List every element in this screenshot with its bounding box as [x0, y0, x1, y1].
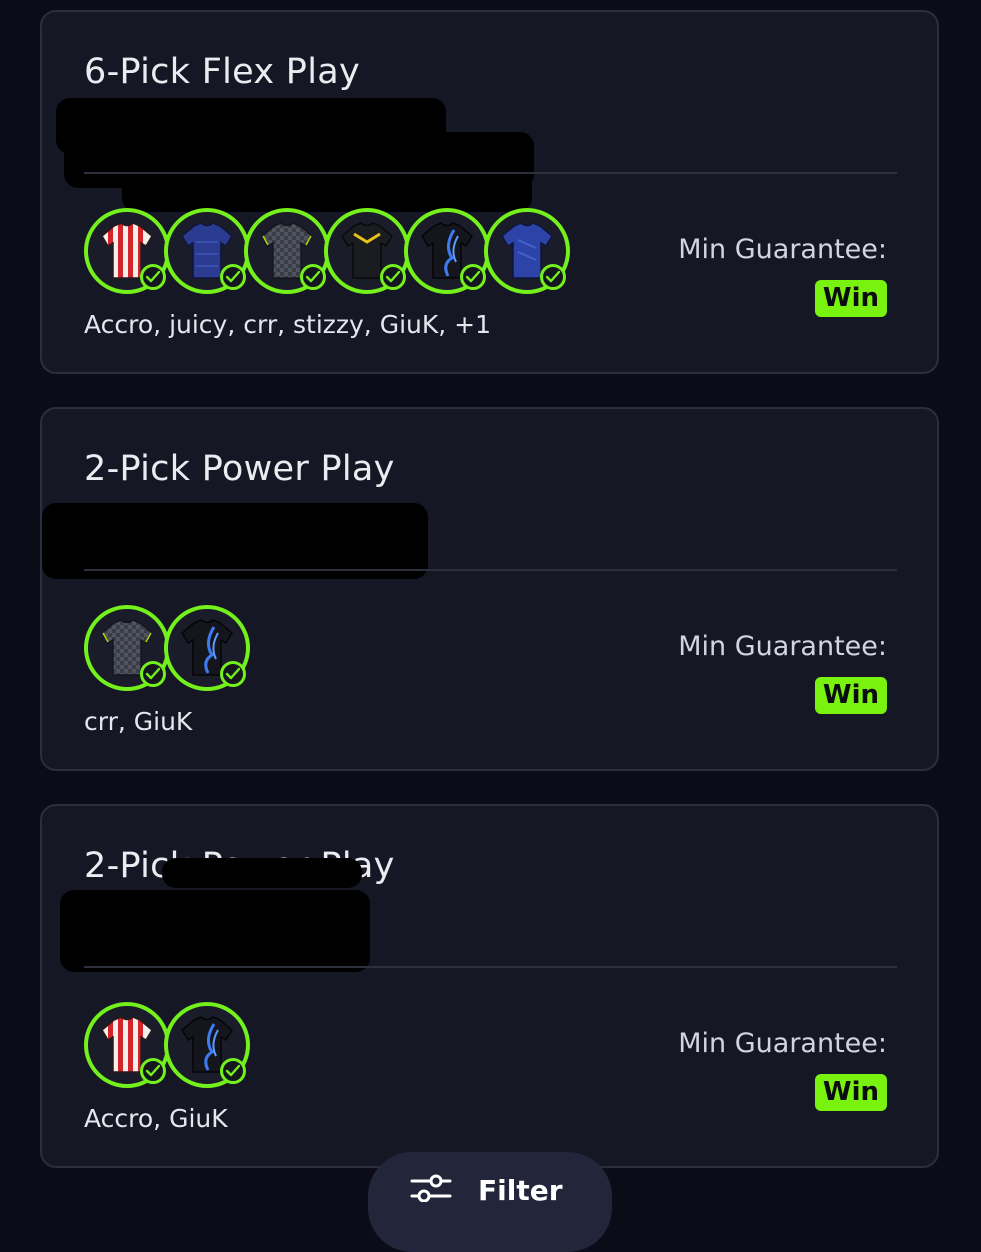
player-avatar[interactable] [84, 1002, 170, 1088]
lineup-card[interactable]: 2-Pick Power Play Accro, GiuK Min Guaran… [40, 804, 939, 1168]
divider [84, 569, 897, 571]
player-avatar[interactable] [244, 208, 330, 294]
player-avatar[interactable] [164, 208, 250, 294]
filter-button[interactable]: Filter [368, 1152, 612, 1252]
lineup-card[interactable]: 6-Pick Flex Play Accro, juicy, crr, stiz… [40, 10, 939, 374]
card-title: 6-Pick Flex Play [84, 52, 360, 92]
player-avatar[interactable] [164, 605, 250, 691]
divider [84, 172, 897, 174]
player-avatars [84, 605, 250, 691]
redacted-region [122, 162, 532, 212]
player-avatars [84, 208, 570, 294]
check-icon [460, 264, 486, 290]
player-avatar[interactable] [324, 208, 410, 294]
check-icon [220, 264, 246, 290]
divider [84, 966, 897, 968]
player-avatars [84, 1002, 250, 1088]
redacted-region [42, 503, 428, 579]
player-names: crr, GiuK [84, 707, 193, 736]
redacted-region [60, 890, 370, 972]
check-icon [380, 264, 406, 290]
player-names: Accro, juicy, crr, stizzy, GiuK, +1 [84, 310, 492, 339]
check-icon [540, 264, 566, 290]
player-avatar[interactable] [164, 1002, 250, 1088]
check-icon [140, 1058, 166, 1084]
player-avatar[interactable] [484, 208, 570, 294]
result-badge: Win [814, 280, 887, 317]
filter-label: Filter [478, 1174, 563, 1207]
player-avatar[interactable] [84, 208, 170, 294]
lineup-card[interactable]: 2-Pick Power Play crr, GiuK Min Guarante… [40, 407, 939, 771]
result-badge: Win [814, 1074, 887, 1111]
player-names: Accro, GiuK [84, 1104, 228, 1133]
result-badge: Win [814, 677, 887, 714]
sliders-icon [410, 1174, 452, 1202]
check-icon [140, 661, 166, 687]
player-avatar[interactable] [84, 605, 170, 691]
player-avatar[interactable] [404, 208, 490, 294]
check-icon [140, 264, 166, 290]
redacted-region [162, 858, 362, 888]
min-guarantee-label: Min Guarantee: [678, 1028, 887, 1059]
check-icon [220, 1058, 246, 1084]
min-guarantee-label: Min Guarantee: [678, 631, 887, 662]
check-icon [300, 264, 326, 290]
card-title: 2-Pick Power Play [84, 449, 395, 489]
check-icon [220, 661, 246, 687]
min-guarantee-label: Min Guarantee: [678, 234, 887, 265]
